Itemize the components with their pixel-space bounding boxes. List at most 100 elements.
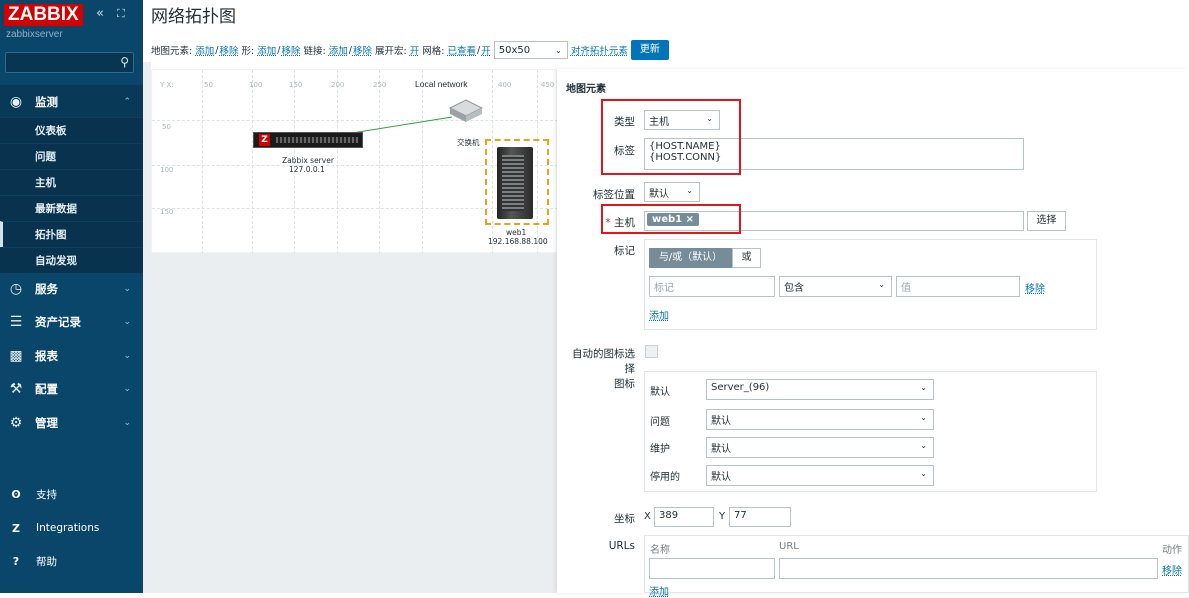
remove-tag-link[interactable]: 移除 bbox=[1025, 280, 1045, 295]
add-element-link[interactable]: 添加 bbox=[195, 43, 214, 57]
map-element-label: 地图元素: bbox=[151, 46, 193, 57]
icon-default-label: 默认 bbox=[650, 387, 670, 398]
remove-shape-link[interactable]: 移除 bbox=[281, 43, 300, 57]
icon-problem-value: 默认 bbox=[711, 416, 731, 427]
chevron-down-icon: ⌄ bbox=[878, 280, 885, 289]
tag-value-placeholder: 值 bbox=[901, 283, 911, 294]
icon-problem-label: 问题 bbox=[650, 417, 670, 428]
chevron-down-icon: ⌄ bbox=[555, 45, 562, 55]
web1-node-selection[interactable] bbox=[485, 139, 549, 225]
and-or-default-button[interactable]: 与/或（默认） bbox=[649, 248, 732, 268]
icon-maintenance-select[interactable]: 默认 ⌄ bbox=[706, 437, 934, 458]
tag-name-input[interactable]: 标记 bbox=[649, 276, 775, 297]
menu-hosts[interactable]: 主机 bbox=[0, 169, 143, 195]
icon-problem-select[interactable]: 默认 ⌄ bbox=[706, 409, 934, 430]
kiosk-mode-icon[interactable]: ⛶ bbox=[117, 6, 125, 22]
tag-value-input[interactable]: 值 bbox=[896, 276, 1020, 297]
chevron-down-icon: ⌄ bbox=[123, 283, 131, 294]
align-elements-link[interactable]: 对齐拓扑元素 bbox=[571, 43, 628, 57]
grid-shown-toggle[interactable]: 已查看 bbox=[448, 43, 477, 57]
wrench-icon: ⚒ bbox=[9, 380, 23, 397]
chevron-down-icon: ⌄ bbox=[920, 383, 927, 392]
clock-icon: ◷ bbox=[9, 280, 23, 297]
menu-administration[interactable]: ⚙ 管理 ⌄ bbox=[0, 406, 143, 439]
menu-services[interactable]: ◷ 服务 ⌄ bbox=[0, 272, 143, 305]
auto-icon-label: 自动的图标选择 bbox=[572, 348, 635, 375]
collapse-sidebar-icon[interactable]: « bbox=[96, 6, 104, 22]
icon-default-select[interactable]: Server_(96) ⌄ bbox=[706, 379, 934, 400]
server-tower-icon bbox=[497, 147, 533, 219]
shape-label: 形: bbox=[241, 46, 255, 57]
menu-problems[interactable]: 问题 bbox=[0, 143, 143, 169]
auto-icon-checkbox[interactable] bbox=[645, 345, 658, 358]
menu-dashboard[interactable]: 仪表板 bbox=[0, 117, 143, 143]
add-url-link[interactable]: 添加 bbox=[649, 583, 669, 598]
menu-integrations-label: Integrations bbox=[36, 522, 100, 534]
url-input[interactable] bbox=[779, 558, 1158, 579]
server-ip-label: 127.0.0.1 bbox=[289, 165, 325, 174]
icon-disabled-label: 停用的 bbox=[650, 472, 680, 483]
chart-icon: ▩ bbox=[9, 347, 23, 364]
expand-macros-label: 展开宏: bbox=[375, 46, 407, 57]
x-coord-input[interactable]: 389 bbox=[654, 507, 714, 527]
urls-label: URLs bbox=[608, 540, 635, 552]
menu-latest-data[interactable]: 最新数据 bbox=[0, 195, 143, 221]
sidebar-search-input[interactable]: ⚲ bbox=[5, 52, 134, 73]
switch-node[interactable] bbox=[448, 96, 484, 124]
add-link-link[interactable]: 添加 bbox=[329, 43, 348, 57]
menu-maps[interactable]: 拓扑图 bbox=[0, 221, 143, 247]
menu-configuration[interactable]: ⚒ 配置 ⌄ bbox=[0, 372, 143, 405]
grid-label: 网格: bbox=[422, 46, 445, 57]
label-position-select[interactable]: 默认 ⌄ bbox=[644, 182, 700, 202]
zabbix-server-node[interactable]: Z bbox=[253, 132, 363, 148]
server-name: zabbixserver bbox=[6, 29, 63, 40]
tag-operator-select[interactable]: 包含 ⌄ bbox=[779, 276, 892, 297]
select-host-button[interactable]: 选择 bbox=[1027, 211, 1066, 231]
remove-link-link[interactable]: 移除 bbox=[353, 43, 372, 57]
link-label: 链接: bbox=[303, 46, 326, 57]
icon-disabled-select[interactable]: 默认 ⌄ bbox=[706, 465, 934, 486]
menu-support[interactable]: ʘ 支持 bbox=[0, 479, 143, 509]
menu-integrations[interactable]: Z Integrations bbox=[0, 513, 143, 543]
switch-icon bbox=[448, 99, 484, 122]
panel-title: 地图元素 bbox=[566, 84, 606, 95]
map-canvas[interactable]: Y X: 50 100 150 200 250 400 450 50 100 1… bbox=[151, 69, 558, 254]
menu-monitoring-label: 监测 bbox=[35, 94, 58, 109]
list-icon: ☰ bbox=[9, 313, 23, 330]
menu-services-label: 服务 bbox=[35, 281, 58, 296]
update-button[interactable]: 更新 bbox=[630, 40, 669, 60]
grid-size-select[interactable]: 50x50 ⌄ bbox=[493, 41, 568, 59]
menu-inventory[interactable]: ☰ 资产记录 ⌄ bbox=[0, 305, 143, 338]
link-server-switch bbox=[351, 116, 453, 134]
icon-disabled-value: 默认 bbox=[711, 472, 731, 483]
add-shape-link[interactable]: 添加 bbox=[257, 43, 276, 57]
menu-inventory-label: 资产记录 bbox=[35, 314, 81, 329]
menu-reports[interactable]: ▩ 报表 ⌄ bbox=[0, 339, 143, 372]
tag-operator-value: 包含 bbox=[784, 283, 804, 294]
remove-url-link[interactable]: 移除 bbox=[1162, 562, 1182, 577]
url-action-column: 动作 bbox=[1162, 545, 1182, 556]
add-tag-link[interactable]: 添加 bbox=[649, 307, 669, 322]
zabbix-logo[interactable]: ZABBIX bbox=[4, 4, 83, 26]
menu-support-label: 支持 bbox=[36, 488, 57, 501]
url-name-column: 名称 bbox=[650, 545, 670, 556]
help-icon: ? bbox=[12, 554, 20, 568]
sidebar: ZABBIX « ⛶ zabbixserver ⚲ ◉ 监测 ⌃ 仪表板 问题 … bbox=[0, 0, 143, 593]
chevron-down-icon: ⌄ bbox=[920, 413, 927, 422]
grid-on-toggle[interactable]: 开 bbox=[481, 43, 491, 57]
menu-discovery[interactable]: 自动发现 bbox=[0, 247, 143, 273]
menu-configuration-label: 配置 bbox=[35, 381, 58, 396]
search-icon[interactable]: ⚲ bbox=[120, 55, 129, 69]
eye-icon: ◉ bbox=[9, 93, 23, 110]
y-coord-label: Y bbox=[719, 511, 726, 522]
remove-element-link[interactable]: 移除 bbox=[219, 43, 238, 57]
menu-monitoring[interactable]: ◉ 监测 ⌃ bbox=[0, 85, 143, 118]
expand-macros-toggle[interactable]: 开 bbox=[410, 43, 420, 57]
icons-label: 图标 bbox=[614, 378, 635, 390]
or-button[interactable]: 或 bbox=[732, 248, 761, 268]
url-name-input[interactable] bbox=[649, 558, 775, 579]
chevron-down-icon: ⌄ bbox=[123, 316, 131, 327]
y-coord-input[interactable]: 77 bbox=[729, 507, 791, 527]
web1-name-label: web1 bbox=[506, 228, 527, 237]
menu-help[interactable]: ? 帮助 bbox=[0, 546, 143, 576]
